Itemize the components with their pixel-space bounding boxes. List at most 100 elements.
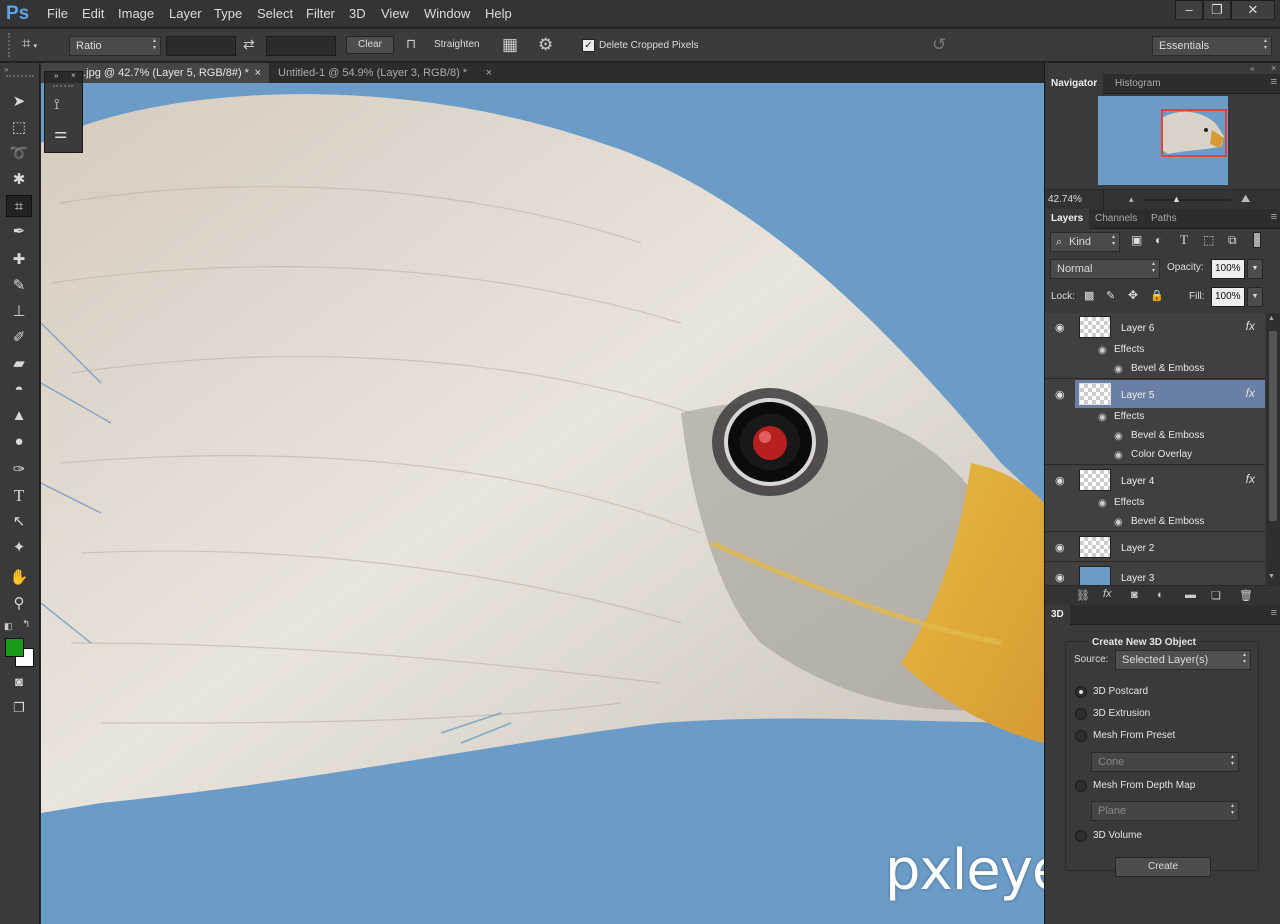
default-colors-icon[interactable]: ◧	[4, 621, 13, 632]
scrollbar-thumb[interactable]	[1269, 331, 1277, 521]
effect-item[interactable]: Bevel & Emboss	[1131, 430, 1204, 441]
minimize-button[interactable]: –	[1175, 0, 1203, 20]
visibility-eye-icon[interactable]: ◉	[1055, 388, 1065, 401]
overlay-grid-icon[interactable]: ▦	[502, 35, 518, 55]
close-icon[interactable]: ×	[71, 71, 76, 80]
lock-transparent-icon[interactable]: ▩	[1084, 289, 1094, 302]
zoom-slider[interactable]	[1143, 199, 1231, 201]
link-layers-icon[interactable]: ⛓	[1076, 589, 1090, 602]
menu-help[interactable]: Help	[485, 6, 512, 21]
menu-filter[interactable]: Filter	[306, 6, 335, 21]
effect-eye-icon[interactable]: ◉	[1114, 450, 1123, 461]
path-selection-tool-icon[interactable]: ↖	[6, 511, 32, 533]
delete-cropped-checkbox[interactable]: ✓	[582, 39, 595, 52]
visibility-eye-icon[interactable]: ◉	[1055, 541, 1065, 554]
paint-bucket-tool-icon[interactable]: ◓	[6, 379, 32, 401]
height-field[interactable]	[266, 36, 336, 56]
scroll-down-icon[interactable]: ▼	[1268, 573, 1275, 580]
blend-mode-select[interactable]: Normal	[1050, 259, 1160, 279]
width-field[interactable]	[166, 36, 236, 56]
ratio-select[interactable]: Ratio	[69, 36, 161, 56]
layer-name[interactable]: Layer 4	[1121, 476, 1154, 487]
effect-item[interactable]: Bevel & Emboss	[1131, 516, 1204, 527]
create-button[interactable]: Create	[1115, 857, 1211, 877]
restore-button[interactable]: ❐	[1203, 0, 1231, 20]
filter-smart-object-icon[interactable]: ⧉	[1228, 233, 1237, 248]
layer-row[interactable]: ◉ Layer 4 fx ◉ Effects ◉ Bevel & Emboss	[1045, 466, 1265, 532]
quick-mask-icon[interactable]: ◙	[6, 671, 32, 693]
tab-3d[interactable]: 3D	[1045, 605, 1070, 625]
menu-file[interactable]: File	[47, 6, 68, 21]
visibility-eye-icon[interactable]: ◉	[1055, 571, 1065, 584]
layer-row[interactable]: ◉ Layer 2	[1045, 533, 1265, 562]
layer-name[interactable]: Layer 6	[1121, 323, 1154, 334]
swap-colors-icon[interactable]: ↰	[22, 619, 30, 630]
eraser-tool-icon[interactable]: ▰	[6, 353, 32, 375]
brush-settings-icon[interactable]: ⚌	[54, 124, 67, 142]
add-style-icon[interactable]: fx	[1103, 588, 1112, 600]
fill-field[interactable]: 100%	[1211, 287, 1245, 307]
option-label[interactable]: 3D Extrusion	[1093, 708, 1150, 719]
source-select[interactable]: Selected Layer(s)	[1115, 650, 1251, 670]
healing-brush-tool-icon[interactable]: ✚	[6, 249, 32, 271]
tab-navigator[interactable]: Navigator	[1045, 74, 1104, 94]
straighten-icon[interactable]: ⊓	[406, 36, 426, 52]
menu-window[interactable]: Window	[424, 6, 470, 21]
straighten-label[interactable]: Straighten	[434, 39, 480, 50]
lock-pixels-icon[interactable]: ✎	[1106, 289, 1115, 302]
fx-icon[interactable]: fx	[1246, 472, 1255, 486]
zoom-slider-handle[interactable]: ▲	[1172, 194, 1181, 204]
foreground-color-swatch[interactable]	[5, 638, 24, 657]
dodge-tool-icon[interactable]: ●	[6, 431, 32, 453]
layer-name[interactable]: Layer 3	[1121, 573, 1154, 584]
menu-edit[interactable]: Edit	[82, 6, 104, 21]
workspace-select[interactable]: Essentials	[1152, 36, 1272, 56]
filter-toggle[interactable]	[1253, 232, 1261, 248]
filter-kind-select[interactable]: ⌕ Kind	[1050, 232, 1120, 252]
option-label[interactable]: Mesh From Preset	[1093, 730, 1175, 741]
filter-pixel-icon[interactable]: ▣	[1131, 233, 1142, 247]
close-tab-icon[interactable]: ×	[255, 63, 261, 83]
zoom-value[interactable]: 42.74%	[1048, 194, 1082, 205]
radio-3d-extrusion[interactable]	[1075, 708, 1087, 720]
panel-menu-icon[interactable]: ≡	[1271, 76, 1277, 88]
panel-grip[interactable]	[53, 85, 73, 87]
marquee-tool-icon[interactable]: ⬚	[6, 117, 32, 139]
history-brush-tool-icon[interactable]: ✐	[6, 327, 32, 349]
preset-select[interactable]: Cone	[1091, 752, 1239, 772]
toolbar-grip[interactable]	[6, 75, 34, 77]
panel-menu-icon[interactable]: ≡	[1271, 211, 1277, 223]
menu-select[interactable]: Select	[257, 6, 293, 21]
lock-all-icon[interactable]: 🔒	[1150, 289, 1164, 302]
screen-mode-icon[interactable]: ❐	[6, 697, 32, 719]
effect-item[interactable]: Bevel & Emboss	[1131, 363, 1204, 374]
zoom-in-icon[interactable]: ⛰	[1241, 193, 1250, 206]
opacity-dropdown-icon[interactable]: ▼	[1247, 259, 1263, 279]
layers-scrollbar[interactable]: ▲ ▼	[1266, 313, 1280, 585]
expand-icon[interactable]: »	[54, 71, 58, 80]
tab-document-2[interactable]: Untitled-1 @ 54.9% (Layer 3, RGB/8) * ×	[270, 63, 500, 83]
effect-eye-icon[interactable]: ◉	[1114, 431, 1123, 442]
close-panels-icon[interactable]: ×	[1271, 63, 1276, 73]
brush-preset-icon[interactable]: ⟟	[54, 96, 60, 113]
magic-wand-tool-icon[interactable]: ✱	[6, 169, 32, 191]
grip-handle[interactable]	[8, 33, 12, 57]
radio-3d-volume[interactable]	[1075, 830, 1087, 842]
tab-layers[interactable]: Layers	[1045, 209, 1090, 229]
pen-tool-icon[interactable]: ✑	[6, 459, 32, 481]
effect-eye-icon[interactable]: ◉	[1114, 517, 1123, 528]
close-window-button[interactable]: ✕	[1231, 0, 1275, 20]
filter-adjustment-icon[interactable]: ◐	[1155, 233, 1162, 247]
close-tab-icon[interactable]: ×	[486, 63, 492, 83]
effects-eye-icon[interactable]: ◉	[1098, 498, 1107, 509]
new-adjustment-icon[interactable]: ◐	[1157, 589, 1164, 601]
visibility-eye-icon[interactable]: ◉	[1055, 321, 1065, 334]
clear-button[interactable]: Clear	[346, 36, 394, 54]
collapse-panels-icon[interactable]: «	[1250, 64, 1254, 73]
reset-icon[interactable]: ↺	[932, 35, 946, 55]
effects-eye-icon[interactable]: ◉	[1098, 412, 1107, 423]
brush-tool-icon[interactable]: ✎	[6, 275, 32, 297]
layer-row[interactable]: ◉ Layer 6 fx ◉ Effects ◉ Bevel & Emboss	[1045, 313, 1265, 379]
navigator-preview[interactable]	[1098, 96, 1228, 185]
option-label[interactable]: 3D Postcard	[1093, 686, 1148, 697]
